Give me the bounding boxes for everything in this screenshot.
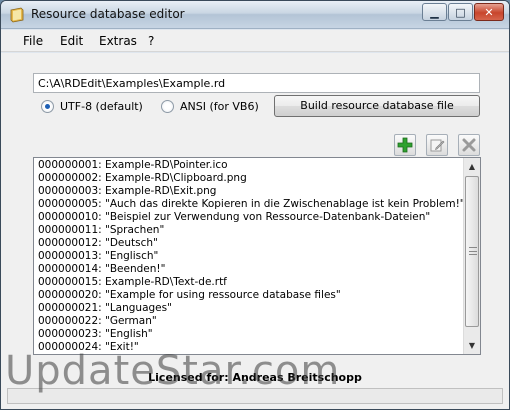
list-item[interactable]: 000000005: "Auch das direkte Kopieren in… bbox=[38, 198, 465, 211]
menu-bar: File Edit Extras ? bbox=[1, 30, 509, 52]
list-item[interactable]: 000000023: "English" bbox=[38, 328, 462, 341]
encoding-utf8-label: UTF-8 (default) bbox=[60, 100, 143, 113]
list-item[interactable]: 000000003: Example-RD\Exit.png bbox=[38, 185, 462, 198]
maximize-icon: □ bbox=[455, 5, 466, 19]
scroll-thumb[interactable] bbox=[465, 176, 479, 327]
scroll-down-icon[interactable]: ▼ bbox=[464, 337, 480, 354]
radio-checked-icon bbox=[41, 100, 54, 113]
build-database-button[interactable]: Build resource database file bbox=[274, 95, 480, 117]
close-icon: ✕ bbox=[484, 5, 494, 19]
window-title: Resource database editor bbox=[31, 7, 185, 21]
encoding-utf8-radio[interactable]: UTF-8 (default) bbox=[41, 100, 143, 113]
database-path-input[interactable] bbox=[33, 73, 480, 93]
menu-edit[interactable]: Edit bbox=[60, 34, 83, 48]
minimize-button[interactable]: ▁ bbox=[422, 3, 447, 21]
list-item[interactable]: 000000001: Example-RD\Pointer.ico bbox=[38, 159, 462, 172]
list-item[interactable]: 000000010: "Beispiel zur Verwendung von … bbox=[38, 211, 462, 224]
menu-extras[interactable]: Extras bbox=[99, 34, 137, 48]
radio-unchecked-icon bbox=[161, 100, 174, 113]
scroll-up-icon[interactable]: ▲ bbox=[464, 158, 480, 175]
list-item[interactable]: 000000002: Example-RD\Clipboard.png bbox=[38, 172, 462, 185]
delete-icon bbox=[462, 138, 476, 152]
list-item[interactable]: 000000021: "Languages" bbox=[38, 302, 462, 315]
list-item[interactable]: 000000015: Example-RD\Text-de.rtf bbox=[38, 276, 462, 289]
list-item[interactable]: 000000013: "Englisch" bbox=[38, 250, 462, 263]
watermark-logo: UpdateStar.com bbox=[5, 348, 341, 394]
list-item[interactable]: 000000020: "Example for using ressource … bbox=[38, 289, 462, 302]
resource-list[interactable]: 000000001: Example-RD\Pointer.ico 0000000… bbox=[33, 157, 481, 355]
encoding-ansi-label: ANSI (for VB6) bbox=[180, 100, 259, 113]
app-icon bbox=[10, 7, 24, 23]
menu-help[interactable]: ? bbox=[148, 34, 154, 48]
list-item[interactable]: 000000012: "Deutsch" bbox=[38, 237, 462, 250]
list-item[interactable]: 000000022: "German" bbox=[38, 315, 462, 328]
add-entry-button[interactable] bbox=[394, 134, 416, 156]
title-bar[interactable]: Resource database editor ▁ □ ✕ bbox=[1, 1, 509, 29]
grip-icon bbox=[469, 247, 477, 255]
encoding-ansi-radio[interactable]: ANSI (for VB6) bbox=[161, 100, 259, 113]
main-window: Resource database editor ▁ □ ✕ File Edit… bbox=[0, 0, 510, 410]
list-item[interactable]: 000000011: "Sprachen" bbox=[38, 224, 462, 237]
list-scrollbar[interactable]: ▲ ▼ bbox=[463, 158, 480, 354]
delete-entry-button[interactable] bbox=[458, 134, 480, 156]
edit-entry-button[interactable] bbox=[426, 134, 448, 156]
menu-file[interactable]: File bbox=[23, 34, 43, 48]
edit-icon bbox=[430, 139, 445, 152]
minimize-icon: ▁ bbox=[430, 5, 439, 19]
list-item[interactable]: 000000014: "Beenden!" bbox=[38, 263, 462, 276]
close-button[interactable]: ✕ bbox=[474, 3, 504, 21]
maximize-button[interactable]: □ bbox=[448, 3, 473, 21]
plus-icon bbox=[397, 137, 413, 153]
resource-list-items: 000000001: Example-RD\Pointer.ico 0000000… bbox=[38, 159, 465, 354]
